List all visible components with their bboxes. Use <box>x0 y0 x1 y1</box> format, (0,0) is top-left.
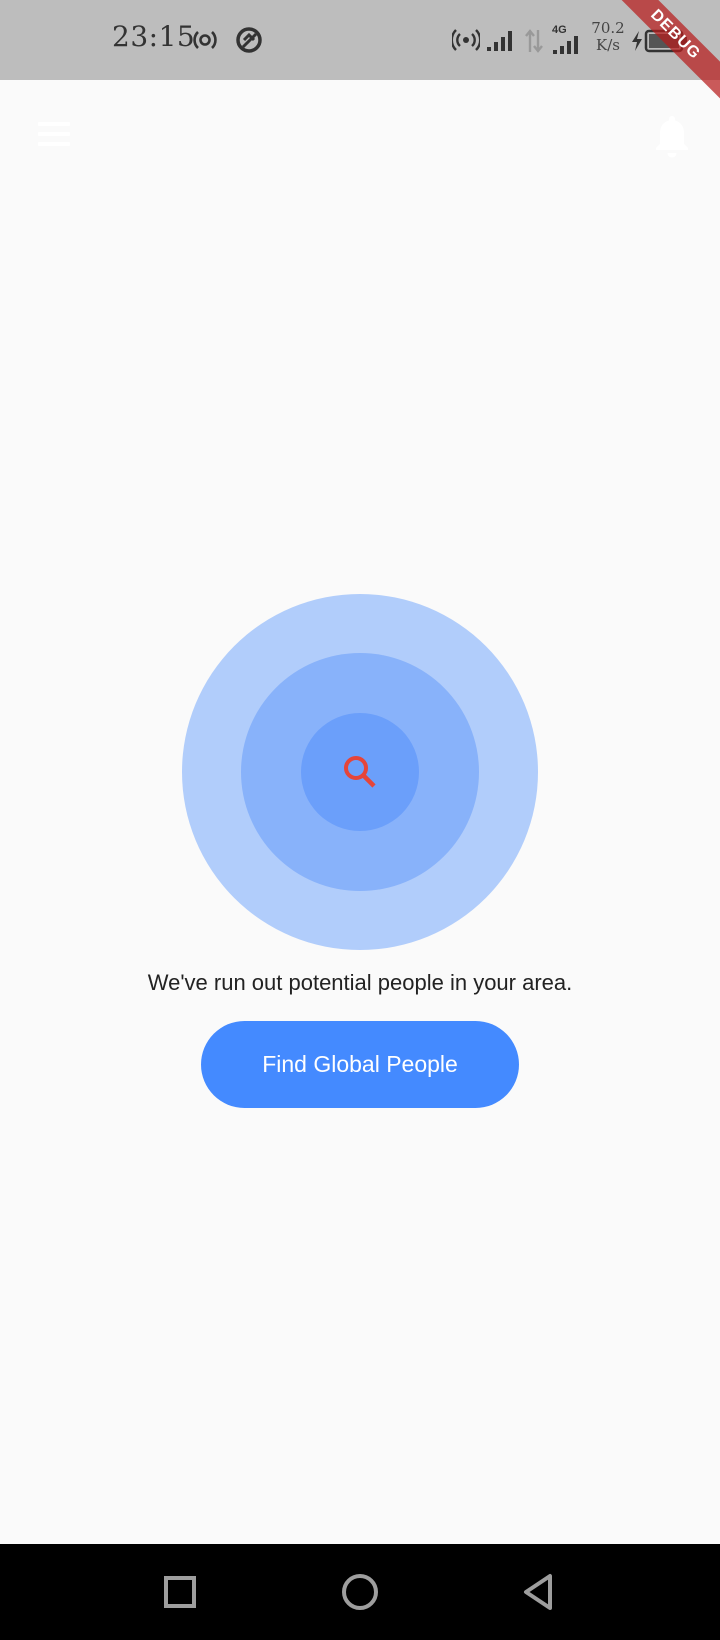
speed-value: 70.2 <box>591 19 625 37</box>
status-time: 23:15 <box>112 20 196 53</box>
empty-state-message: We've run out potential people in your a… <box>147 970 573 995</box>
signal-4g-icon <box>553 36 578 54</box>
hotspot-icon <box>193 31 217 49</box>
recents-square-icon[interactable] <box>156 1568 204 1616</box>
radar-indicator <box>182 594 538 950</box>
app-screen: 23:15 4G 70.2 K/s DEBUG We've run out po… <box>0 0 720 1640</box>
network-type-label: 4G <box>552 24 567 36</box>
find-global-people-button[interactable]: Find Global People <box>201 1021 519 1108</box>
menu-icon[interactable] <box>34 118 74 150</box>
search-icon <box>344 756 376 788</box>
bell-icon[interactable] <box>652 112 692 160</box>
back-triangle-icon[interactable] <box>516 1568 564 1616</box>
speed-unit: K/s <box>596 36 620 54</box>
status-bar: 23:15 4G 70.2 K/s <box>0 0 720 80</box>
data-transfer-icon <box>525 29 543 53</box>
charging-icon <box>632 31 642 51</box>
system-nav-bar <box>0 1544 720 1640</box>
signal-icon <box>487 31 512 51</box>
home-circle-icon[interactable] <box>336 1568 384 1616</box>
data-saver-icon <box>236 27 262 53</box>
wireless-icon <box>452 29 480 51</box>
network-speed: 70.2 K/s <box>588 20 628 54</box>
